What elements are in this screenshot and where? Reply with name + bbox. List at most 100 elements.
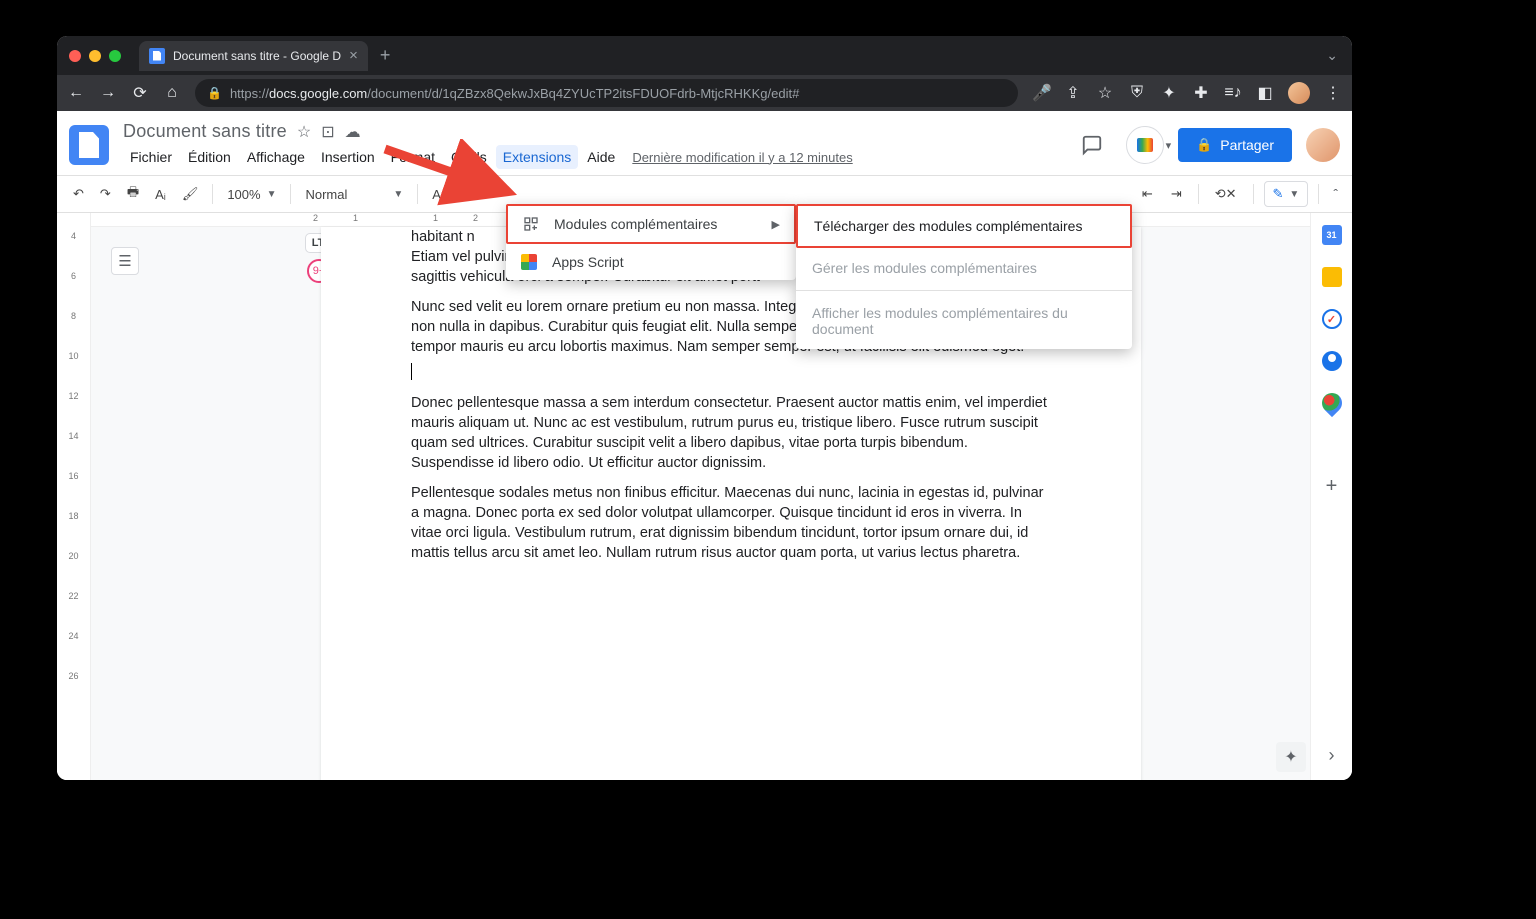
maximize-window-button[interactable] <box>109 50 121 62</box>
menu-item-download-addons[interactable]: Télécharger des modules complémentaires <box>796 204 1132 248</box>
menu-item-label: Modules complémentaires <box>554 216 717 232</box>
undo-button[interactable]: ↶ <box>67 182 90 206</box>
zoom-select[interactable]: 100% ▼ <box>221 187 282 202</box>
ruler-tick: 20 <box>57 551 90 561</box>
menu-edit[interactable]: Édition <box>181 145 238 169</box>
meet-button[interactable]: ▾ <box>1126 126 1164 164</box>
sidepanel-icon[interactable]: ◧ <box>1256 83 1274 103</box>
account-avatar[interactable] <box>1306 128 1340 162</box>
maps-icon[interactable] <box>1317 389 1345 417</box>
left-gutter: ☰ LT 9+ <box>91 213 321 780</box>
tab-strip: Document sans titre - Google D × + ⌄ <box>57 36 1352 75</box>
tabs-chevron-icon[interactable]: ⌄ <box>1326 47 1338 64</box>
zoom-value: 100% <box>227 187 260 202</box>
separator <box>1318 184 1319 204</box>
url-input[interactable]: 🔒 https://docs.google.com/document/d/1qZ… <box>195 79 1018 107</box>
tab-title: Document sans titre - Google D <box>173 49 341 63</box>
menu-file[interactable]: Fichier <box>123 145 179 169</box>
menu-item-addons[interactable]: Modules complémentaires ▶ <box>506 204 796 244</box>
editing-mode-select[interactable]: ✎ ▼ <box>1264 181 1309 207</box>
mic-icon[interactable]: 🎤 <box>1032 83 1050 103</box>
ruler-tick: 1 <box>353 213 358 223</box>
indent-decrease-button[interactable]: ⇤ <box>1136 182 1159 206</box>
menu-item-label: Gérer les modules complémentaires <box>812 260 1037 276</box>
menu-extensions[interactable]: Extensions <box>496 145 578 169</box>
addons-submenu: Télécharger des modules complémentaires … <box>796 204 1132 349</box>
style-value: Normal <box>305 187 347 202</box>
ruler-tick: 12 <box>57 391 90 401</box>
kebab-menu-icon[interactable]: ⋮ <box>1324 83 1342 103</box>
ruler-tick: 1 <box>433 213 438 223</box>
spellcheck-button[interactable]: Aᵢ <box>149 183 172 206</box>
header-right: ▾ 🔒 Partager <box>1072 126 1340 164</box>
ruler-tick: 2 <box>473 213 478 223</box>
clear-format-button[interactable]: ⟲✕ <box>1209 182 1243 206</box>
cloud-status-icon[interactable]: ☁ <box>345 122 361 142</box>
share-label: Partager <box>1220 137 1274 153</box>
forward-button[interactable]: → <box>99 84 117 102</box>
document-title-input[interactable]: Document sans titre <box>123 121 287 142</box>
keep-icon[interactable] <box>1322 267 1342 287</box>
calendar-icon[interactable] <box>1322 225 1342 245</box>
puzzle-icon[interactable]: ✚ <box>1192 83 1210 103</box>
add-addon-button[interactable]: + <box>1326 475 1338 498</box>
redo-button[interactable]: ↷ <box>94 182 117 206</box>
bookmark-star-icon[interactable]: ☆ <box>1096 83 1114 103</box>
menu-format[interactable]: Format <box>384 145 442 169</box>
paint-format-button[interactable]: 🖌 <box>176 182 205 206</box>
menu-divider <box>796 290 1132 291</box>
menu-item-label: Afficher les modules complémentaires du … <box>812 305 1068 337</box>
menu-view[interactable]: Affichage <box>240 145 312 169</box>
menu-help[interactable]: Aide <box>580 145 622 169</box>
apps-script-icon <box>520 253 538 271</box>
font-select[interactable]: Arial <box>426 187 464 202</box>
share-icon[interactable]: ⇪ <box>1064 83 1082 103</box>
close-window-button[interactable] <box>69 50 81 62</box>
paragraph-style-select[interactable]: Normal ▼ <box>299 187 409 202</box>
indent-increase-button[interactable]: ⇥ <box>1165 182 1188 206</box>
paragraph-text: Donec pellentesque massa a sem interdum … <box>411 393 1051 473</box>
explore-button[interactable]: ✦ <box>1276 742 1306 772</box>
home-button[interactable]: ⌂ <box>163 84 181 102</box>
menu-tools[interactable]: Outils <box>444 145 494 169</box>
collapse-toolbar-button[interactable]: ˆ <box>1329 182 1342 206</box>
addons-icon <box>522 215 540 233</box>
menu-item-manage-addons[interactable]: Gérer les modules complémentaires <box>796 248 1132 288</box>
font-value: Arial <box>432 187 458 202</box>
chevron-right-icon: ▶ <box>772 218 780 231</box>
url-proto: https:// <box>230 86 269 101</box>
print-button[interactable]: 🖶 <box>121 179 145 209</box>
profile-avatar[interactable] <box>1288 82 1310 104</box>
ruler-tick: 6 <box>57 271 90 281</box>
paragraph-text: habitant n <box>411 229 475 245</box>
extensions-dropdown: Modules complémentaires ▶ Apps Script <box>506 204 796 280</box>
menu-item-view-doc-addons[interactable]: Afficher les modules complémentaires du … <box>796 293 1132 349</box>
title-row: Document sans titre ☆ ⊡ ☁ <box>123 121 853 142</box>
close-tab-button[interactable]: × <box>349 47 358 64</box>
reload-button[interactable]: ⟳ <box>131 83 149 103</box>
browser-tab[interactable]: Document sans titre - Google D × <box>139 41 368 71</box>
contacts-icon[interactable] <box>1322 351 1342 371</box>
menu-item-apps-script[interactable]: Apps Script <box>506 244 796 280</box>
comment-history-button[interactable] <box>1072 126 1112 164</box>
collapse-sidepanel-button[interactable]: › <box>1329 745 1335 766</box>
docs-logo-icon[interactable] <box>69 125 109 165</box>
chevron-down-icon: ▾ <box>1166 139 1172 152</box>
menu-insert[interactable]: Insertion <box>314 145 382 169</box>
window-controls <box>69 50 121 62</box>
move-icon[interactable]: ⊡ <box>321 122 334 142</box>
last-edit-link[interactable]: Dernière modification il y a 12 minutes <box>632 150 852 165</box>
url-path: /document/d/1qZBzx8QekwJxBq4ZYUcTP2itsFD… <box>367 86 799 101</box>
minimize-window-button[interactable] <box>89 50 101 62</box>
shield-icon[interactable]: ⛨ <box>1128 84 1146 102</box>
share-button[interactable]: 🔒 Partager <box>1178 128 1292 162</box>
tasks-icon[interactable] <box>1322 309 1342 329</box>
star-icon[interactable]: ☆ <box>297 122 311 142</box>
playlist-icon[interactable]: ≡♪ <box>1224 84 1242 102</box>
text-cursor <box>411 363 412 380</box>
back-button[interactable]: ← <box>67 84 85 102</box>
ruler-tick: 24 <box>57 631 90 641</box>
extension-icon[interactable]: ✦ <box>1160 83 1178 103</box>
document-outline-button[interactable]: ☰ <box>111 247 139 275</box>
new-tab-button[interactable]: + <box>380 45 391 66</box>
